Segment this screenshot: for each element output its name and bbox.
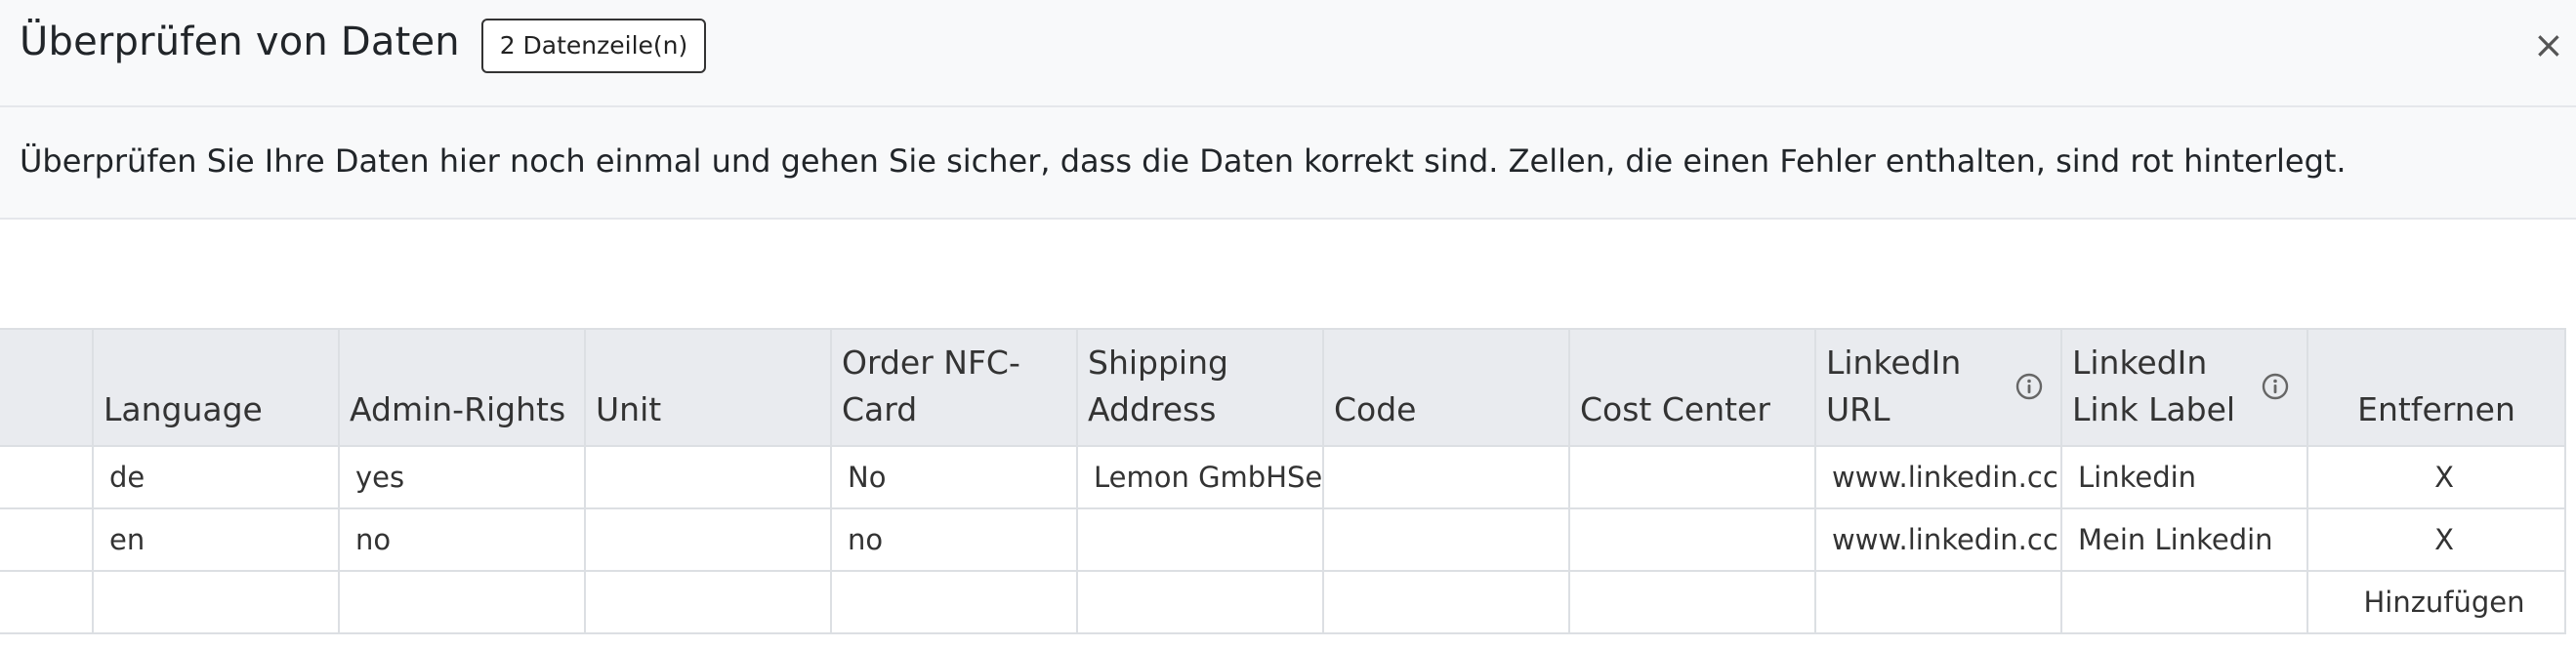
header-label: Language [104, 390, 263, 428]
cell-unit[interactable] [584, 445, 832, 509]
remove-cell: X [2306, 445, 2566, 509]
empty-cell [1076, 570, 1324, 634]
add-cell: Hinzufügen [2306, 570, 2566, 634]
description-text: Überprüfen Sie Ihre Daten hier noch einm… [20, 142, 2347, 180]
empty-cell [584, 570, 832, 634]
cell-code[interactable] [1322, 445, 1570, 509]
dialog-title: Überprüfen von Daten [20, 20, 460, 64]
empty-cell [338, 570, 586, 634]
row-count-badge: 2 Datenzeile(n) [481, 19, 706, 73]
header-cell-admin-rights[interactable]: Admin-Rights [338, 328, 586, 447]
row-handle-cell [0, 445, 94, 509]
cell-order-nfc-card[interactable]: No [830, 445, 1078, 509]
remove-row-button[interactable]: X [2434, 523, 2454, 556]
add-row: Hinzufügen [0, 570, 2566, 634]
empty-cell [1814, 570, 2062, 634]
cell-order-nfc-card[interactable]: no [830, 507, 1078, 572]
header-label: Entfernen [2357, 390, 2515, 428]
header-cell-language[interactable]: Language [92, 328, 340, 447]
header-cell-remove: Entfernen [2306, 328, 2566, 447]
table-row: en no no www.linkedin.cc Mein Linkedin X [0, 507, 2566, 572]
data-table: Language Admin-Rights Unit Order NFC-Car… [0, 328, 2566, 634]
cell-cost-center[interactable] [1568, 445, 1816, 509]
cell-linkedin-url[interactable]: www.linkedin.cc [1814, 445, 2062, 509]
empty-cell [1568, 570, 1816, 634]
empty-cell [92, 570, 340, 634]
header-label: Admin-Rights [350, 390, 566, 428]
description-bar: Überprüfen Sie Ihre Daten hier noch einm… [0, 107, 2576, 220]
table-row: de yes No Lemon GmbHSe www.linkedin.cc L… [0, 445, 2566, 509]
header-cell-linkedin-link-label[interactable]: LinkedIn Link Label [2060, 328, 2308, 447]
empty-cell [0, 570, 94, 634]
cell-code[interactable] [1322, 507, 1570, 572]
cell-language[interactable]: en [92, 507, 340, 572]
cell-linkedin-link-label[interactable]: Linkedin [2060, 445, 2308, 509]
header-label: Card Shipping Address [1088, 331, 1228, 428]
row-handle-cell [0, 507, 94, 572]
empty-cell [1322, 570, 1570, 634]
cell-card-shipping-address[interactable]: Lemon GmbHSe [1076, 445, 1324, 509]
header-cell-code[interactable]: Code [1322, 328, 1570, 447]
cell-admin-rights[interactable]: no [338, 507, 586, 572]
dialog-header: Überprüfen von Daten 2 Datenzeile(n) × [0, 0, 2576, 107]
header-label: Unit [596, 390, 662, 428]
empty-cell [2060, 570, 2308, 634]
header-cell-order-nfc-card[interactable]: Order NFC-Card [830, 328, 1078, 447]
add-row-button[interactable]: Hinzufügen [2363, 586, 2524, 619]
cell-linkedin-url[interactable]: www.linkedin.cc [1814, 507, 2062, 572]
header-label: Cost Center [1580, 390, 1770, 428]
remove-cell: X [2306, 507, 2566, 572]
close-icon[interactable]: × [2533, 23, 2564, 66]
header-cell-linkedin-url[interactable]: LinkedIn URL [1814, 328, 2062, 447]
cell-admin-rights[interactable]: yes [338, 445, 586, 509]
cell-linkedin-link-label[interactable]: Mein Linkedin [2060, 507, 2308, 572]
header-cell-unit[interactable]: Unit [584, 328, 832, 447]
cell-card-shipping-address[interactable] [1076, 507, 1324, 572]
header-cell-cost-center[interactable]: Cost Center [1568, 328, 1816, 447]
cell-unit[interactable] [584, 507, 832, 572]
header-row: Language Admin-Rights Unit Order NFC-Car… [0, 328, 2566, 447]
empty-cell [830, 570, 1078, 634]
cell-cost-center[interactable] [1568, 507, 1816, 572]
header-cell-hidden [0, 328, 94, 447]
cell-language[interactable]: de [92, 445, 340, 509]
info-icon[interactable] [2262, 373, 2289, 400]
header-label: Order NFC-Card [842, 344, 1020, 428]
info-icon[interactable] [2015, 373, 2043, 400]
header-cell-card-shipping-address[interactable]: Card Shipping Address [1076, 328, 1324, 447]
header-label: Code [1334, 390, 1417, 428]
remove-row-button[interactable]: X [2434, 461, 2454, 494]
